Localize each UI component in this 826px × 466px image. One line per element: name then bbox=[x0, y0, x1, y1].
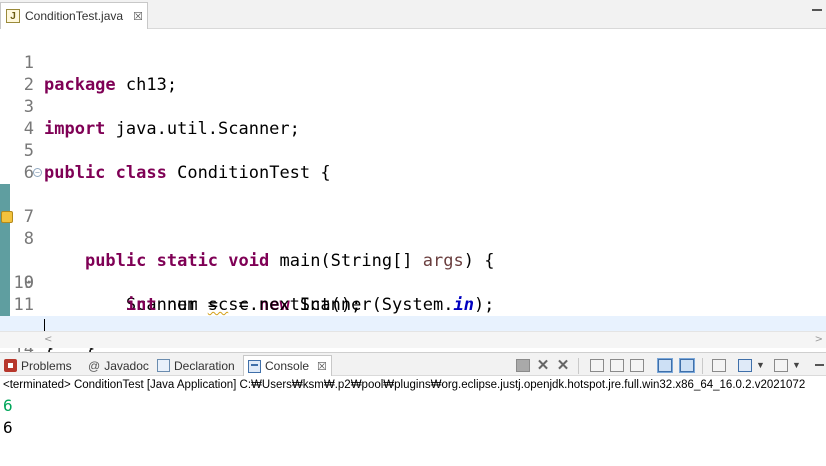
tab-console-label: Console bbox=[265, 359, 310, 373]
display-console-icon[interactable] bbox=[738, 359, 752, 372]
tab-declaration-label: Declaration bbox=[174, 358, 235, 373]
console-input-line: 6 bbox=[3, 396, 13, 415]
tab-problems[interactable]: Problems bbox=[4, 355, 72, 376]
code-line[interactable]: 9 Scanner sc = new Scanner(System.in); bbox=[0, 206, 826, 315]
code-line[interactable]: 1 package ch13; bbox=[0, 30, 826, 95]
remove-all-terminated-icon[interactable]: ✕ bbox=[556, 358, 570, 373]
tab-javadoc-label: Javadoc bbox=[104, 358, 149, 373]
toolbar-separator bbox=[578, 358, 579, 374]
clear-console-icon[interactable] bbox=[590, 359, 604, 372]
open-console-icon[interactable] bbox=[774, 359, 788, 372]
remove-launch-icon[interactable]: ✕ bbox=[536, 358, 550, 373]
toolbar-separator bbox=[702, 358, 703, 374]
pin-console-icon[interactable] bbox=[712, 359, 726, 372]
code-line[interactable]: 4 bbox=[0, 96, 826, 139]
console-view-tab-bar: Problems @ Javadoc Declaration Console ☒… bbox=[0, 352, 826, 376]
horizontal-scrollbar[interactable]: < > bbox=[0, 331, 826, 348]
code-line[interactable]: 12 } bbox=[0, 272, 826, 359]
warning-lightbulb-icon[interactable] bbox=[1, 211, 13, 223]
editor-tab-bar: J ConditionTest.java ☒ bbox=[0, 0, 826, 29]
terminate-icon[interactable] bbox=[516, 359, 530, 372]
java-file-icon: J bbox=[6, 9, 20, 23]
show-on-stderr-icon[interactable] bbox=[679, 358, 695, 373]
code-line[interactable]: 2 bbox=[0, 52, 826, 95]
tab-javadoc[interactable]: @ Javadoc bbox=[88, 355, 149, 376]
tab-problems-label: Problems bbox=[21, 358, 72, 373]
code-line[interactable]: 11 System.out.println(num); bbox=[0, 250, 826, 337]
code-line[interactable]: 3 import java.util.Scanner; bbox=[0, 74, 826, 139]
code-line[interactable]: 5 public class ConditionTest { bbox=[0, 118, 826, 183]
tab-console[interactable]: Console ☒ bbox=[243, 355, 332, 376]
console-icon bbox=[248, 359, 261, 373]
code-editor[interactable]: 1 package ch13; 2 3 import java.util.Sca… bbox=[0, 30, 826, 359]
minimize-icon[interactable] bbox=[812, 9, 822, 11]
chevron-down-icon[interactable]: ▼ bbox=[756, 360, 770, 373]
close-icon[interactable]: ☒ bbox=[317, 360, 327, 373]
javadoc-icon: @ bbox=[88, 359, 101, 373]
console-output-line: 6 bbox=[3, 418, 13, 437]
code-line[interactable]: 6 bbox=[0, 140, 826, 183]
fold-collapse-icon[interactable]: – bbox=[33, 168, 42, 177]
show-on-stdout-icon[interactable] bbox=[657, 358, 673, 373]
console-output[interactable]: 6 6 bbox=[0, 394, 826, 466]
code-line[interactable]: 8 bbox=[0, 184, 826, 249]
console-status: <terminated> ConditionTest [Java Applica… bbox=[3, 379, 806, 391]
chevron-down-icon[interactable]: ▼ bbox=[792, 360, 806, 373]
scroll-right-icon[interactable]: > bbox=[815, 334, 823, 345]
scroll-left-icon[interactable]: < bbox=[44, 334, 52, 345]
declaration-icon bbox=[157, 359, 170, 372]
code-line[interactable]: 10 int num = sc.nextInt(); bbox=[0, 228, 826, 315]
tab-declaration[interactable]: Declaration bbox=[157, 355, 235, 376]
close-icon[interactable]: ☒ bbox=[133, 10, 143, 23]
editor-tab-condition-test[interactable]: J ConditionTest.java ☒ bbox=[0, 2, 148, 29]
minimize-icon[interactable] bbox=[815, 364, 824, 366]
scroll-lock-icon[interactable] bbox=[610, 359, 624, 372]
editor-tab-label: ConditionTest.java bbox=[25, 9, 124, 23]
code-line[interactable]: 7 – public static void main(String[] arg… bbox=[0, 162, 826, 271]
word-wrap-icon[interactable] bbox=[630, 359, 644, 372]
code-line[interactable]: 13 } bbox=[0, 294, 826, 359]
problems-icon bbox=[4, 359, 17, 372]
